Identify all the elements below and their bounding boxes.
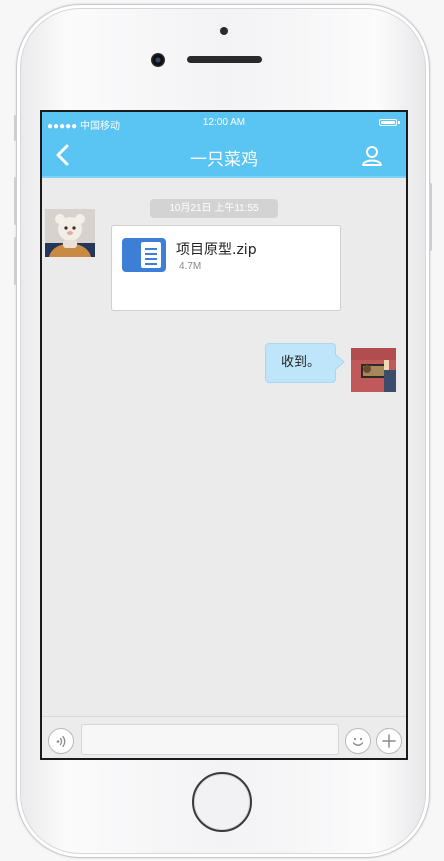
- document-icon: [122, 238, 166, 272]
- message-timestamp: 10月21日 上午11:55: [150, 199, 278, 218]
- plus-button[interactable]: [376, 728, 402, 754]
- voice-button[interactable]: [48, 728, 74, 754]
- battery-icon: [379, 119, 397, 126]
- chat-screen: ●●●●● 中国移动 12:00 AM 一只菜鸡 10月21日 上午11:55 …: [42, 112, 406, 758]
- nav-bar: 一只菜鸡: [42, 134, 406, 176]
- battery-tip: [398, 121, 400, 124]
- power-button: [429, 183, 432, 251]
- file-name: 项目原型.zip: [176, 242, 257, 258]
- user-avatar-image: [351, 348, 396, 392]
- earpiece-speaker: [187, 56, 262, 63]
- phone-mockup: ●●●●● 中国移动 12:00 AM 一只菜鸡 10月21日 上午11:55 …: [0, 0, 444, 861]
- file-message-bubble[interactable]: 项目原型.zip 4.7M: [111, 225, 341, 311]
- contact-avatar-image: [45, 209, 95, 257]
- status-time: 12:00 AM: [202, 117, 246, 128]
- status-bar: ●●●●● 中国移动 12:00 AM: [42, 112, 406, 134]
- plus-icon: [382, 734, 396, 748]
- smiley-icon: [352, 737, 364, 746]
- file-size: 4.7M: [179, 261, 202, 272]
- battery-level: [381, 121, 395, 124]
- user-avatar[interactable]: [351, 348, 396, 392]
- mute-switch: [14, 115, 17, 141]
- emoji-button[interactable]: [345, 728, 371, 754]
- voice-icon: [56, 735, 66, 748]
- home-button[interactable]: [192, 772, 252, 832]
- volume-down-button: [14, 237, 17, 285]
- document-page: [141, 242, 161, 268]
- sent-bubble-tail: [335, 353, 345, 371]
- proximity-sensor: [220, 27, 228, 35]
- profile-button[interactable]: [360, 144, 384, 168]
- message-input[interactable]: [81, 724, 339, 755]
- phone-screen: ●●●●● 中国移动 12:00 AM 一只菜鸡 10月21日 上午11:55 …: [40, 110, 408, 760]
- page-title: 一只菜鸡: [190, 150, 258, 170]
- sent-message-bubble[interactable]: 收到。: [265, 343, 336, 383]
- nav-divider: [42, 176, 406, 178]
- message-input-bar: [42, 716, 406, 758]
- contact-avatar[interactable]: [45, 209, 95, 257]
- volume-up-button: [14, 177, 17, 225]
- user-icon: [362, 146, 382, 166]
- document-lines: [145, 248, 157, 265]
- front-camera: [151, 53, 165, 67]
